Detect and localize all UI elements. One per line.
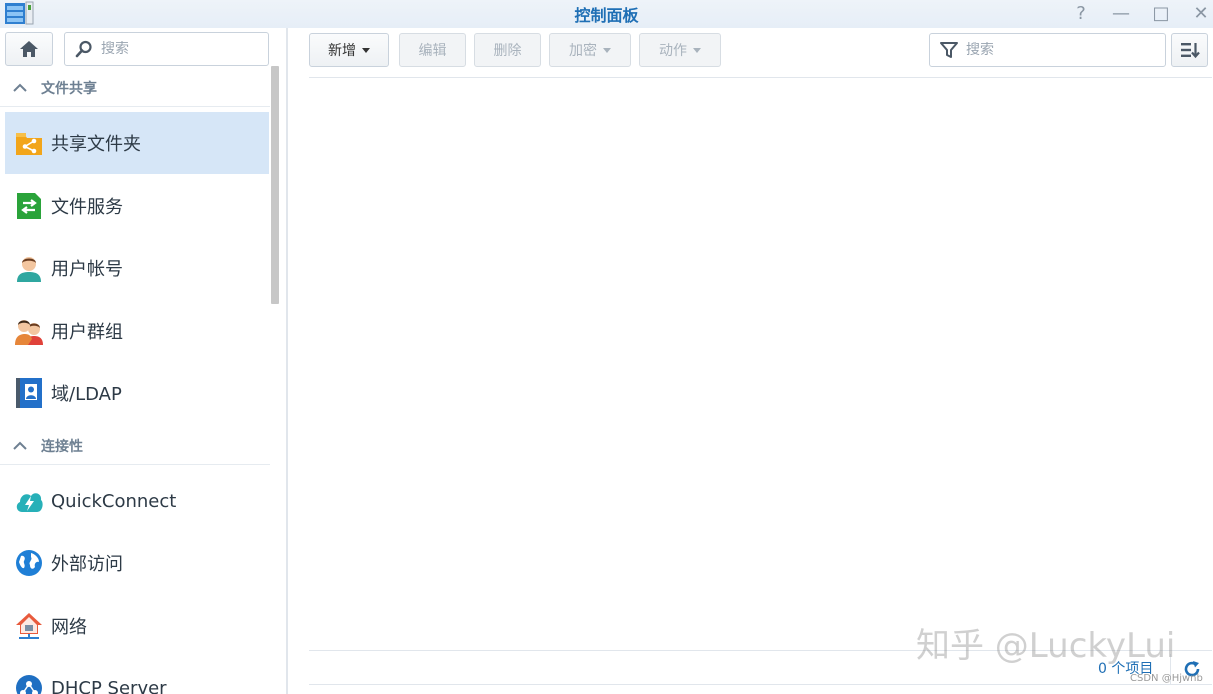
sidebar-item-label: 共享文件夹 <box>51 134 141 155</box>
edit-button-label: 编辑 <box>418 43 447 59</box>
help-button[interactable]: ? <box>1068 0 1094 26</box>
sidebar-item-external-access[interactable]: 外部访问 <box>5 532 269 594</box>
action-button[interactable]: 动作 <box>639 33 721 67</box>
group-icon <box>15 317 43 345</box>
sidebar-item-label: 用户帐号 <box>51 259 123 280</box>
edit-button[interactable]: 编辑 <box>399 33 466 67</box>
sidebar-item-domain-ldap[interactable]: 域/LDAP <box>5 362 269 424</box>
shared-folder-icon <box>15 129 43 157</box>
sidebar-item-label: 用户群组 <box>51 322 123 343</box>
dhcp-icon <box>15 674 43 694</box>
user-icon <box>15 254 43 282</box>
minimize-icon: — <box>1112 2 1130 24</box>
section-title: 文件共享 <box>41 80 97 97</box>
caret-down-icon <box>693 47 701 53</box>
filter-icon <box>940 42 958 58</box>
chevron-up-icon <box>13 83 27 92</box>
help-icon: ? <box>1076 2 1086 24</box>
sidebar-item-shared-folder[interactable]: 共享文件夹 <box>5 112 269 174</box>
action-button-label: 动作 <box>659 43 687 59</box>
new-button[interactable]: 新增 <box>309 33 389 67</box>
sort-button[interactable] <box>1171 33 1208 67</box>
external-access-icon <box>15 549 43 577</box>
filter-search-input[interactable] <box>966 42 1146 58</box>
maximize-icon: □ <box>1152 2 1170 24</box>
section-file-sharing[interactable]: 文件共享 <box>0 69 270 107</box>
sidebar-item-dhcp-server[interactable]: DHCP Server <box>5 657 269 694</box>
search-icon <box>75 40 92 58</box>
main-panel: 新增 编辑 删除 加密 动作 0 个项目 <box>290 28 1213 694</box>
sidebar-item-user-account[interactable]: 用户帐号 <box>5 237 269 299</box>
quickconnect-icon <box>15 487 43 515</box>
sidebar-item-label: QuickConnect <box>51 490 177 512</box>
caret-down-icon <box>603 47 611 53</box>
sidebar-scrollbar[interactable] <box>271 66 279 304</box>
sidebar-item-label: 文件服务 <box>51 197 123 218</box>
close-icon: ✕ <box>1193 2 1209 24</box>
sort-icon <box>1180 43 1200 59</box>
domain-ldap-icon <box>15 378 43 408</box>
sidebar-item-network[interactable]: 网络 <box>5 595 269 657</box>
sidebar-search-input[interactable] <box>101 41 261 57</box>
source-watermark: CSDN @Hjwnb <box>1130 673 1203 684</box>
close-button[interactable]: ✕ <box>1188 0 1213 26</box>
window-title: 控制面板 <box>574 6 639 25</box>
sidebar-item-label: 网络 <box>51 617 87 638</box>
sidebar-item-user-group[interactable]: 用户群组 <box>5 300 269 362</box>
home-button[interactable] <box>5 32 53 66</box>
delete-button[interactable]: 删除 <box>474 33 541 67</box>
sidebar-item-quickconnect[interactable]: QuickConnect <box>5 470 269 532</box>
section-title: 连接性 <box>41 438 83 455</box>
sidebar-item-label: 外部访问 <box>51 554 123 575</box>
maximize-button[interactable]: □ <box>1148 0 1174 26</box>
encrypt-button[interactable]: 加密 <box>549 33 631 67</box>
delete-button-label: 删除 <box>493 43 522 59</box>
home-icon <box>20 41 38 57</box>
filter-search-box[interactable] <box>929 33 1166 67</box>
title-bar: 控制面板 ? — □ ✕ <box>0 0 1213 28</box>
shared-folder-list[interactable] <box>309 78 1212 650</box>
file-services-icon <box>15 192 43 220</box>
section-connectivity[interactable]: 连接性 <box>0 427 270 465</box>
sidebar-search-box[interactable] <box>64 32 269 66</box>
minimize-button[interactable]: — <box>1108 0 1134 26</box>
encrypt-button-label: 加密 <box>569 43 597 59</box>
sidebar: 文件共享 共享文件夹 文件服务 用户帐号 用户群组 域/LDAP 连接性 <box>0 28 288 694</box>
sidebar-item-label: 域/LDAP <box>51 384 122 405</box>
new-button-label: 新增 <box>328 43 356 59</box>
watermark: 知乎 @LuckyLui <box>916 626 1176 666</box>
sidebar-item-file-services[interactable]: 文件服务 <box>5 175 269 237</box>
sidebar-item-label: DHCP Server <box>51 677 167 694</box>
footer-divider <box>309 684 1212 685</box>
network-icon <box>15 612 43 640</box>
chevron-up-icon <box>13 441 27 450</box>
caret-down-icon <box>362 47 370 53</box>
